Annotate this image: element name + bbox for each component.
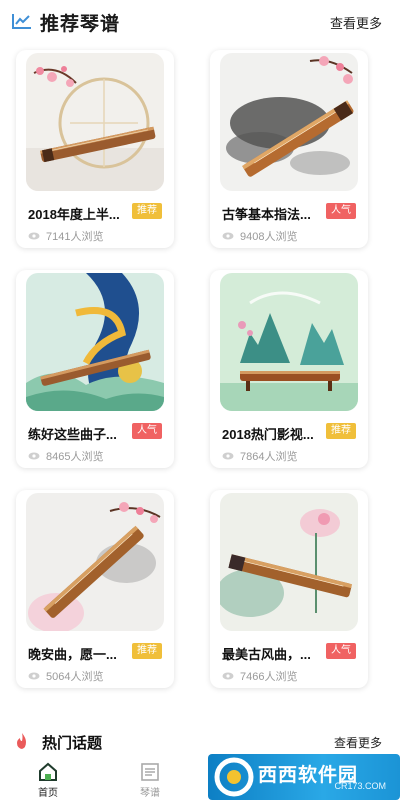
- home-icon: [39, 762, 57, 781]
- watermark-url: CR173.COM: [334, 781, 386, 791]
- eye-icon: [222, 672, 234, 680]
- recommend-badge: 推荐: [132, 643, 162, 659]
- eye-icon: [28, 672, 40, 680]
- score-card[interactable]: 练好这些曲子... 人气 8465人浏览: [16, 270, 174, 468]
- score-card[interactable]: 2018热门影视... 推荐 7864人浏览: [210, 270, 368, 468]
- score-thumbnail: [26, 493, 164, 631]
- view-more-link[interactable]: 查看更多: [330, 13, 382, 32]
- section-title: 热门话题: [42, 735, 103, 752]
- eye-icon: [28, 452, 40, 460]
- section-header-recommended: 推荐琴谱 查看更多: [0, 0, 400, 40]
- site-watermark: 西西软件园 CR173.COM: [208, 754, 400, 800]
- chart-icon: [12, 14, 31, 29]
- eye-icon: [222, 232, 234, 240]
- score-icon: [141, 763, 159, 781]
- recommend-badge: 推荐: [326, 423, 356, 439]
- view-count: 7141人浏览: [28, 228, 103, 244]
- score-thumbnail: [220, 53, 358, 191]
- view-count: 7864人浏览: [222, 448, 297, 464]
- score-card[interactable]: 2018年度上半... 推荐 7141人浏览: [16, 50, 174, 248]
- score-thumbnail: [26, 273, 164, 411]
- score-title: 2018年度上半...: [28, 207, 120, 222]
- popular-badge: 人气: [132, 423, 162, 439]
- eye-icon: [222, 452, 234, 460]
- tab-home[interactable]: 首页: [18, 758, 78, 799]
- popular-badge: 人气: [326, 643, 356, 659]
- score-card[interactable]: 晚安曲，愿一... 推荐 5064人浏览: [16, 490, 174, 688]
- score-thumbnail: [220, 273, 358, 411]
- recommend-badge: 推荐: [132, 203, 162, 219]
- view-count: 9408人浏览: [222, 228, 297, 244]
- eye-icon: [28, 232, 40, 240]
- score-thumbnail: [220, 493, 358, 631]
- popular-badge: 人气: [326, 203, 356, 219]
- score-card[interactable]: 最美古风曲，... 人气 7466人浏览: [210, 490, 368, 688]
- score-title: 练好这些曲子...: [28, 427, 117, 442]
- view-more-link[interactable]: 查看更多: [334, 734, 382, 751]
- score-card[interactable]: 古筝基本指法... 人气 9408人浏览: [210, 50, 368, 248]
- tab-scores[interactable]: 琴谱: [120, 758, 180, 799]
- score-title: 晚安曲，愿一...: [28, 647, 117, 662]
- view-count: 5064人浏览: [28, 668, 103, 684]
- section-title: 推荐琴谱: [40, 14, 121, 35]
- score-title: 2018热门影视...: [222, 427, 314, 442]
- score-thumbnail: [26, 53, 164, 191]
- view-count: 7466人浏览: [222, 668, 297, 684]
- score-title: 古筝基本指法...: [222, 207, 311, 222]
- score-title: 最美古风曲，...: [222, 647, 311, 662]
- view-count: 8465人浏览: [28, 448, 103, 464]
- section-header-hot-topics: 热门话题 查看更多: [0, 728, 400, 756]
- watermark-logo-icon: [214, 757, 254, 797]
- fire-icon: [17, 733, 26, 749]
